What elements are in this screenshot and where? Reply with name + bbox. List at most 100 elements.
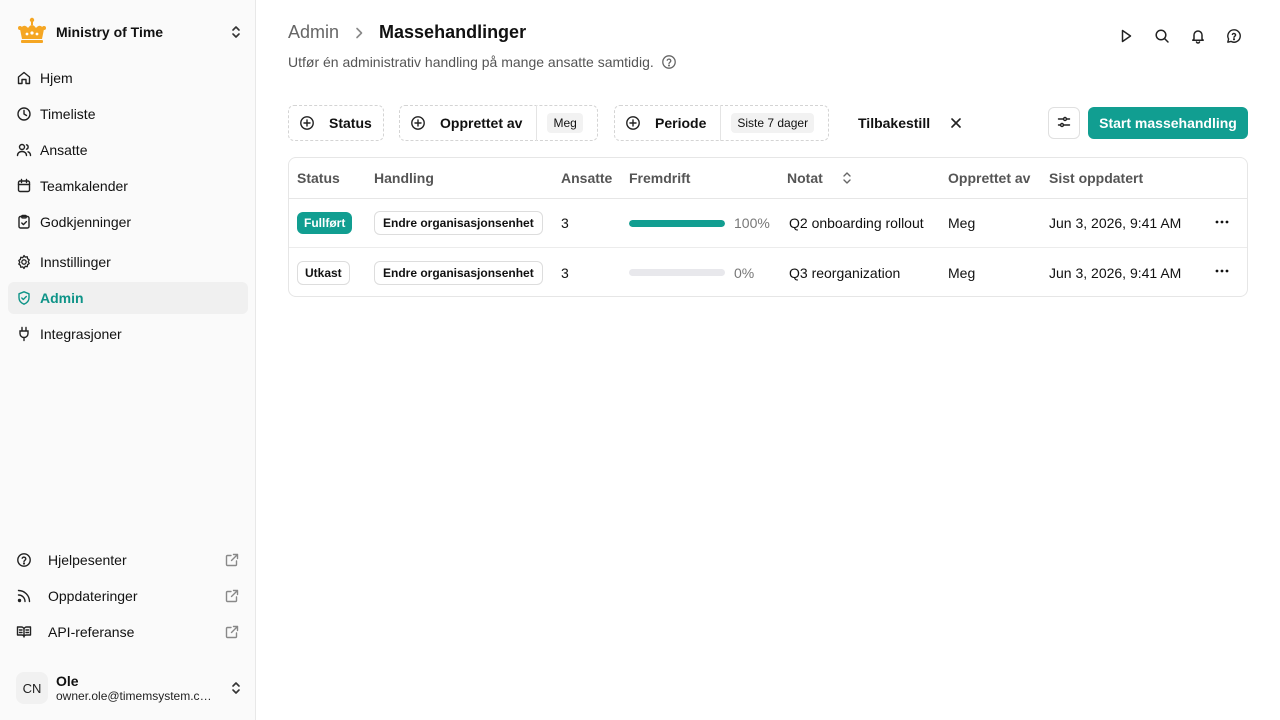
created-by-filter[interactable]: Opprettet av Meg	[399, 105, 598, 141]
col-updated[interactable]: Sist oppdatert	[1049, 158, 1143, 198]
sidebar-item-oppdateringer[interactable]: Oppdateringer	[8, 580, 248, 612]
status-filter[interactable]: Status	[288, 105, 384, 141]
play-icon[interactable]	[1112, 24, 1140, 48]
help-circle-icon	[16, 552, 32, 568]
progress-cell: 100%	[629, 199, 770, 247]
org-switcher[interactable]: Ministry of Time	[16, 14, 244, 50]
updated-cell: Jun 3, 2026, 9:41 AM	[1049, 264, 1182, 281]
org-name: Ministry of Time	[56, 24, 164, 40]
period-filter-label: Periode	[655, 115, 707, 131]
main-nav: Hjem Timeliste Ansatte Teamkalender Godk…	[8, 62, 248, 350]
progress-label: 100%	[734, 215, 770, 231]
calendar-icon	[16, 178, 32, 194]
sidebar-item-admin[interactable]: Admin	[8, 282, 248, 314]
col-progress[interactable]: Fremdrift	[629, 158, 690, 198]
col-action[interactable]: Handling	[374, 158, 434, 198]
home-icon	[16, 70, 32, 86]
created-by-cell: Meg	[948, 215, 976, 231]
breadcrumb: Admin Massehandlinger	[288, 22, 526, 43]
progress-bar	[629, 219, 725, 227]
breadcrumb-admin[interactable]: Admin	[288, 22, 339, 43]
action-tag: Endre organisasjonsenhet	[374, 211, 543, 235]
sidebar-item-label: Ansatte	[40, 142, 88, 158]
user-email: owner.ole@timemsystem.com	[56, 689, 212, 703]
chevrons-up-down-icon	[228, 24, 244, 40]
bottom-nav: Hjelpesenter Oppdateringer API-referanse	[8, 544, 248, 648]
chevron-right-icon	[351, 25, 367, 41]
sidebar-item-label: Teamkalender	[40, 178, 128, 194]
reset-label: Tilbakestill	[858, 115, 931, 131]
table-row[interactable]: Utkast Endre organisasjonsenhet 3 0% Q3 …	[289, 248, 1247, 296]
row-menu-button[interactable]	[1210, 199, 1234, 247]
users-icon	[16, 142, 32, 158]
col-note[interactable]: Notat	[787, 158, 854, 198]
updated-cell: Jun 3, 2026, 9:41 AM	[1049, 215, 1182, 231]
page-title: Massehandlinger	[379, 22, 527, 42]
col-created-by[interactable]: Opprettet av	[948, 158, 1030, 198]
chat-help-icon[interactable]	[1220, 24, 1248, 48]
sliders-icon	[1056, 114, 1072, 133]
more-horizontal-icon	[1214, 263, 1230, 282]
view-options-button[interactable]	[1048, 107, 1080, 139]
status-badge: Utkast	[297, 260, 350, 285]
sidebar-item-label: API-referanse	[48, 624, 135, 640]
header-actions	[1112, 24, 1248, 48]
sidebar-item-integrasjoner[interactable]: Integrasjoner	[8, 318, 248, 350]
chevrons-up-down-icon	[228, 680, 244, 696]
clock-icon	[16, 106, 32, 122]
close-icon	[948, 115, 964, 131]
sidebar-item-timeliste[interactable]: Timeliste	[8, 98, 248, 130]
note-cell: Q2 onboarding rollout	[789, 215, 924, 231]
book-icon	[16, 624, 32, 640]
sidebar-item-innstillinger[interactable]: Innstillinger	[8, 246, 248, 278]
col-status[interactable]: Status	[297, 158, 340, 198]
sidebar-item-label: Hjem	[40, 70, 73, 86]
clipboard-check-icon	[16, 214, 32, 230]
sidebar-item-label: Hjelpesenter	[48, 552, 127, 568]
avatar: CN	[16, 672, 48, 704]
reset-filters-button[interactable]: Tilbakestill	[848, 105, 964, 141]
progress-bar	[629, 269, 725, 276]
sidebar-item-label: Integrasjoner	[40, 326, 122, 342]
bell-icon[interactable]	[1184, 24, 1212, 48]
table-row[interactable]: Fullført Endre organisasjonsenhet 3 100%…	[289, 199, 1247, 248]
sidebar-item-label: Oppdateringer	[48, 588, 138, 604]
start-bulk-action-button[interactable]: Start massehandling	[1088, 107, 1248, 139]
plus-circle-icon	[410, 115, 426, 131]
filter-divider	[720, 105, 722, 141]
external-link-icon	[224, 624, 240, 640]
page-subtitle: Utfør én administrativ handling på mange…	[288, 54, 677, 70]
plus-circle-icon	[299, 115, 315, 131]
col-employees[interactable]: Ansatte	[561, 158, 612, 198]
filter-toolbar: Status Opprettet av Meg Periode Siste 7 …	[288, 105, 1248, 141]
user-menu[interactable]: CN Ole owner.ole@timemsystem.com	[16, 668, 244, 708]
filter-divider	[536, 105, 538, 141]
created-by-value: Meg	[547, 113, 583, 133]
progress-label: 0%	[734, 264, 755, 281]
sort-icon	[840, 171, 854, 185]
external-link-icon	[224, 588, 240, 604]
user-info: Ole owner.ole@timemsystem.com	[56, 673, 228, 703]
sidebar: Ministry of Time Hjem Timeliste Ansatte …	[0, 0, 256, 720]
sidebar-item-ansatte[interactable]: Ansatte	[8, 134, 248, 166]
shield-check-icon	[16, 290, 32, 306]
created-by-cell: Meg	[948, 264, 976, 281]
sidebar-item-godkjenninger[interactable]: Godkjenninger	[8, 206, 248, 238]
sidebar-item-teamkalender[interactable]: Teamkalender	[8, 170, 248, 202]
created-by-filter-label: Opprettet av	[440, 115, 523, 131]
help-circle-icon[interactable]	[661, 54, 677, 70]
table-header: Status Handling Ansatte Fremdrift Notat …	[289, 158, 1247, 199]
sidebar-item-hjelpesenter[interactable]: Hjelpesenter	[8, 544, 248, 576]
row-menu-button[interactable]	[1210, 248, 1234, 296]
user-name: Ole	[56, 673, 79, 689]
progress-fill	[629, 219, 725, 227]
note-cell: Q3 reorganization	[789, 264, 901, 281]
period-filter[interactable]: Periode Siste 7 dager	[614, 105, 829, 141]
more-horizontal-icon	[1214, 214, 1230, 233]
sidebar-item-hjem[interactable]: Hjem	[8, 62, 248, 94]
search-icon[interactable]	[1148, 24, 1176, 48]
employee-count: 3	[561, 215, 569, 231]
crown-logo-icon	[16, 16, 48, 48]
sidebar-item-label: Innstillinger	[40, 254, 111, 270]
sidebar-item-api-referanse[interactable]: API-referanse	[8, 616, 248, 648]
